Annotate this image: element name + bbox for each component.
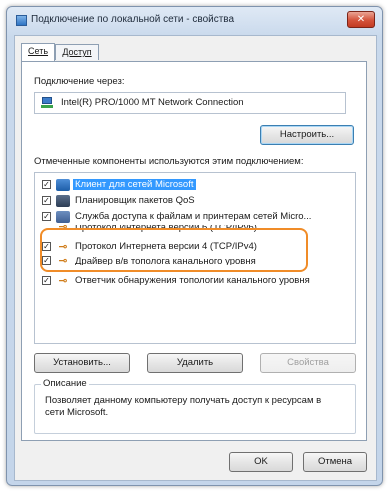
component-name: Планировщик пакетов QoS (75, 195, 195, 206)
adapter-field: Intel(R) PRO/1000 MT Network Connection (34, 92, 346, 114)
component-checkbox[interactable]: ✓ (42, 196, 51, 205)
properties-button: Свойства (260, 353, 356, 373)
ok-button[interactable]: OK (229, 452, 293, 472)
properties-window: Подключение по локальной сети - свойства… (6, 6, 383, 486)
description-title: Описание (41, 378, 89, 389)
component-checkbox[interactable]: ✓ (42, 276, 51, 285)
cancel-button[interactable]: Отмена (303, 452, 367, 472)
component-name: Протокол Интернета версии 6 (TCP/IPv6) (75, 225, 257, 233)
remove-button[interactable]: Удалить (147, 353, 243, 373)
list-item[interactable]: ✓ Служба доступа к файлам и принтерам се… (35, 209, 355, 225)
component-name: Служба доступа к файлам и принтерам сете… (75, 211, 312, 222)
description-group: Описание Позволяет данному компьютеру по… (34, 378, 356, 434)
component-name: Драйвер в/в тополога канального уровня (75, 256, 256, 265)
close-button[interactable]: ✕ (347, 11, 375, 28)
adapter-name: Intel(R) PRO/1000 MT Network Connection (61, 97, 244, 108)
network-window-icon (16, 15, 27, 26)
share-icon (56, 211, 70, 223)
tab-network[interactable]: Сеть (21, 43, 55, 61)
component-checkbox[interactable]: ✓ (42, 180, 51, 189)
protocol-icon: ⊸ (58, 255, 68, 265)
component-checkbox[interactable]: ✓ (42, 242, 51, 251)
components-list[interactable]: ✓ Клиент для сетей Microsoft ✓ Планировщ… (34, 172, 356, 344)
install-button[interactable]: Установить... (34, 353, 130, 373)
scheduler-icon (56, 195, 70, 207)
component-name: Клиент для сетей Microsoft (73, 179, 196, 190)
list-item[interactable]: ✓ Планировщик пакетов QoS (35, 193, 355, 209)
dialog-client: Сеть Доступ Подключение через: Intel(R) … (14, 35, 377, 481)
protocol-icon: ⊸ (58, 241, 68, 253)
network-tab-panel: Подключение через: Intel(R) PRO/1000 MT … (21, 61, 367, 441)
network-adapter-icon (41, 97, 53, 108)
list-item[interactable]: ✓ Клиент для сетей Microsoft (35, 177, 355, 193)
tab-sharing[interactable]: Доступ (55, 44, 99, 60)
components-label: Отмеченные компоненты используются этим … (34, 156, 304, 167)
component-checkbox[interactable]: ✓ (42, 212, 51, 221)
protocol-icon: ⊸ (58, 275, 68, 287)
configure-button[interactable]: Настроить... (260, 125, 354, 145)
title-bar[interactable]: Подключение по локальной сети - свойства… (7, 7, 382, 33)
component-checkbox[interactable]: ✓ (42, 256, 51, 265)
description-text: Позволяет данному компьютеру получать до… (45, 395, 322, 418)
component-name: Протокол Интернета версии 4 (TCP/IPv4) (75, 241, 257, 252)
connect-via-label: Подключение через: (34, 76, 125, 87)
list-item[interactable]: ✓ ⊸ Ответчик обнаружения топологии канал… (35, 273, 355, 289)
protocol-icon: ⊸ (58, 225, 68, 233)
component-name: Ответчик обнаружения топологии канальног… (75, 275, 310, 286)
client-icon (56, 179, 70, 191)
list-item[interactable]: ⊸ Протокол Интернета версии 6 (TCP/IPv6) (35, 225, 355, 235)
window-title: Подключение по локальной сети - свойства (31, 14, 235, 25)
list-item[interactable]: ✓ ⊸ Драйвер в/в тополога канального уров… (35, 253, 355, 265)
